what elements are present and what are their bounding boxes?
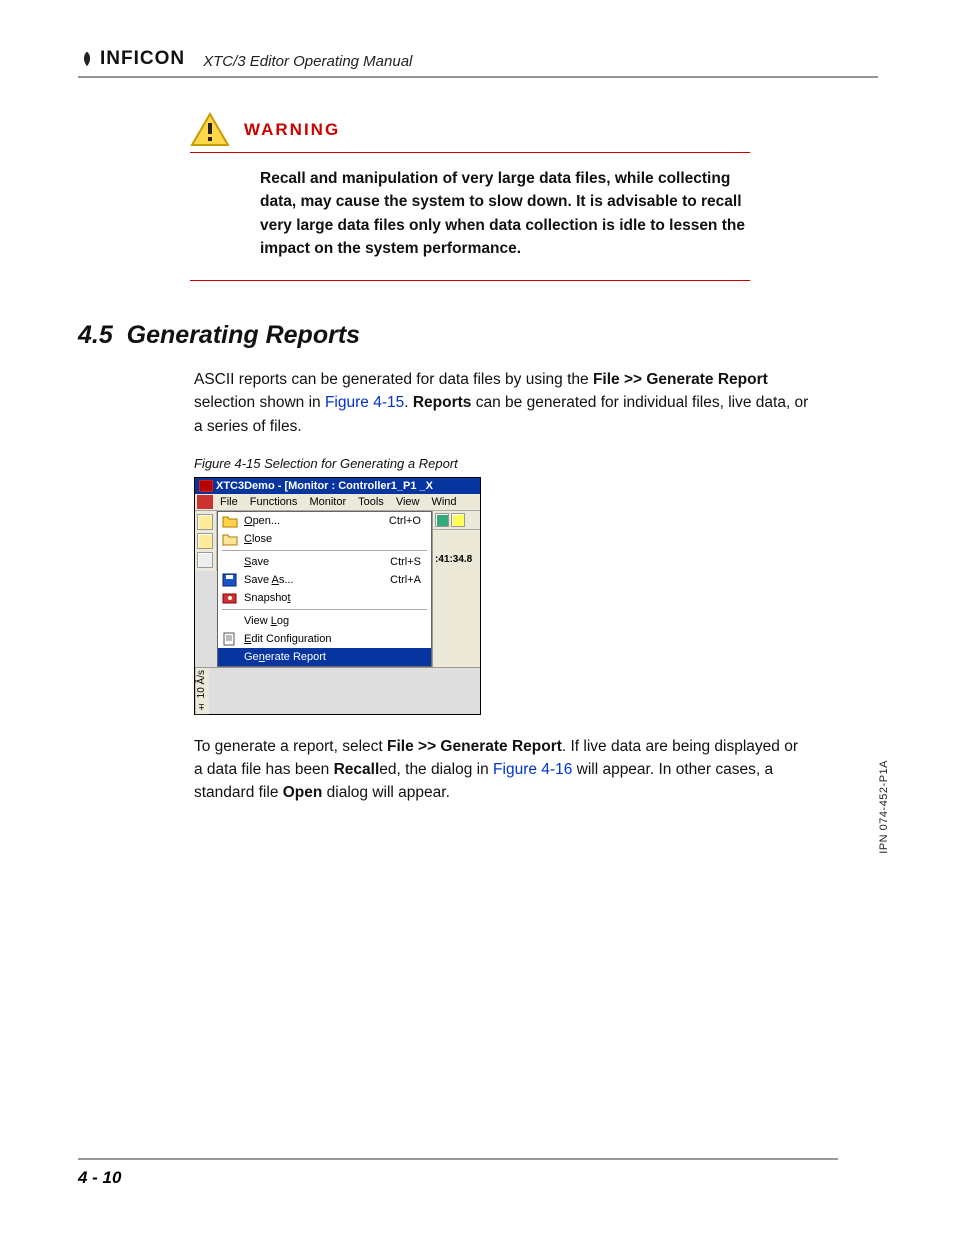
section-number: 4.5 — [78, 321, 113, 349]
menubar: File Functions Monitor Tools View Wind — [195, 494, 480, 511]
window-titlebar: XTC3Demo - [Monitor : Controller1_P1 _X — [195, 478, 480, 494]
window-title: XTC3Demo - [Monitor : Controller1_P1 _X — [216, 480, 433, 492]
ipn-label: IPN 074-452-P1A — [878, 760, 890, 854]
axis-label: ± 10 Å/s — [195, 668, 209, 714]
menu-separator — [222, 609, 427, 610]
timestamp-label: :41:34.8 — [433, 530, 480, 567]
manual-title: XTC/3 Editor Operating Manual — [203, 53, 412, 70]
menu-view[interactable]: View — [391, 495, 425, 509]
tool-notes-icon[interactable] — [451, 513, 465, 527]
logo-mark-icon — [78, 50, 96, 68]
figure-xref-4-16[interactable]: Figure 4-16 — [493, 761, 572, 778]
company-name: INFICON — [100, 48, 185, 70]
warning-divider-bottom — [190, 280, 750, 281]
doc-icon — [197, 495, 213, 509]
paragraph-2: To generate a report, select File >> Gen… — [194, 735, 810, 805]
open-folder-icon — [222, 514, 238, 528]
figure-caption: Figure 4-15 Selection for Generating a R… — [194, 456, 878, 471]
close-folder-icon — [222, 532, 238, 546]
tool-lock-icon[interactable] — [197, 533, 213, 549]
warning-label: WARNING — [244, 120, 340, 140]
file-dropdown-menu: Open... Ctrl+O Close Save Ctrl+S — [217, 511, 432, 667]
tool-chart-icon[interactable] — [435, 513, 449, 527]
menu-window[interactable]: Wind — [426, 495, 461, 509]
menu-item-snapshot[interactable]: Snapshot — [218, 589, 431, 607]
figure-screenshot: XTC3Demo - [Monitor : Controller1_P1 _X … — [194, 477, 481, 715]
section-heading: 4.5 Generating Reports — [78, 321, 878, 350]
page-number: 4 - 10 — [78, 1168, 121, 1187]
menu-item-save[interactable]: Save Ctrl+S — [218, 553, 431, 571]
warning-divider-top — [190, 152, 750, 153]
tool-handle-icon[interactable] — [197, 552, 213, 568]
figure-xref-4-15[interactable]: Figure 4-15 — [325, 394, 404, 411]
warning-body: Recall and manipulation of very large da… — [260, 167, 750, 260]
page-footer: 4 - 10 — [78, 1158, 838, 1188]
menu-functions[interactable]: Functions — [245, 495, 303, 509]
menu-item-open[interactable]: Open... Ctrl+O — [218, 512, 431, 530]
menu-item-editconfig[interactable]: Edit Configuration — [218, 630, 431, 648]
menu-file[interactable]: File — [215, 495, 243, 509]
menu-item-saveas[interactable]: Save As... Ctrl+A — [218, 571, 431, 589]
menu-tools[interactable]: Tools — [353, 495, 389, 509]
menu-item-viewlog[interactable]: View Log — [218, 612, 431, 630]
floppy-icon — [222, 573, 238, 587]
snapshot-icon — [222, 591, 238, 605]
menu-monitor[interactable]: Monitor — [304, 495, 351, 509]
warning-block: WARNING Recall and manipulation of very … — [190, 112, 750, 281]
menu-item-generate-report[interactable]: Generate Report — [218, 648, 431, 666]
doc-edit-icon — [222, 632, 238, 646]
app-icon — [199, 480, 213, 492]
menu-separator — [222, 550, 427, 551]
company-logo: INFICON — [78, 48, 185, 70]
section-title: Generating Reports — [127, 321, 360, 349]
left-toolbar — [195, 511, 217, 571]
paragraph-1: ASCII reports can be generated for data … — [194, 368, 810, 438]
tool-open-icon[interactable] — [197, 514, 213, 530]
right-toolbar-area: :41:34.8 — [432, 511, 480, 667]
menu-item-close[interactable]: Close — [218, 530, 431, 548]
warning-triangle-icon — [190, 112, 230, 148]
page-header: INFICON XTC/3 Editor Operating Manual — [78, 48, 878, 78]
